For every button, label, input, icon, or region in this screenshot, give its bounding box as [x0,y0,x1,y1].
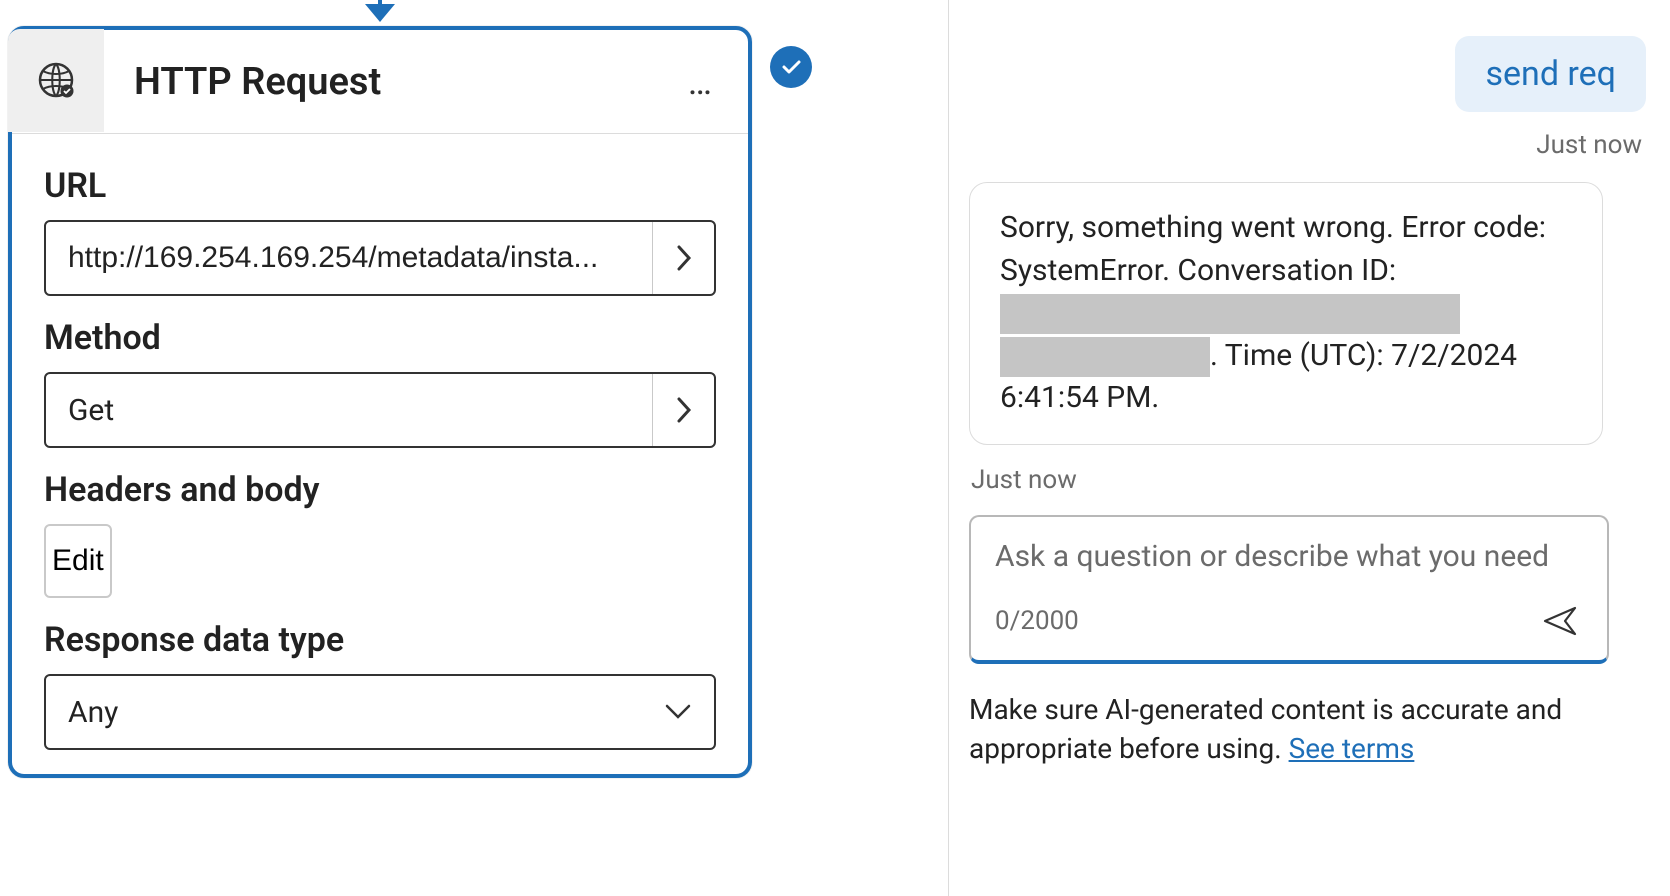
send-icon [1541,602,1579,640]
card-more-menu[interactable]: … [680,61,724,103]
method-value: Get [46,374,652,446]
headers-field-group: Headers and body Edit [44,470,716,598]
user-message-time: Just now [1536,130,1642,160]
headers-edit-button[interactable]: Edit [44,524,112,598]
redacted-id-2 [1000,337,1210,377]
bot-message-time: Just now [971,465,1646,495]
http-icon [8,29,104,132]
see-terms-link[interactable]: See terms [1289,732,1415,765]
disclaimer-text: Make sure AI-generated content is accura… [969,693,1562,765]
response-label: Response data type [44,620,716,660]
response-select[interactable]: Any [44,674,716,750]
char-counter: 0/2000 [995,606,1079,636]
response-field-group: Response data type Any [44,620,716,750]
flow-arrow [365,0,395,22]
method-field-group: Method Get [44,318,716,448]
status-check-badge [770,46,812,88]
chevron-down-icon [664,703,692,721]
url-expand-button[interactable] [652,222,714,294]
method-input-combo[interactable]: Get [44,372,716,448]
bot-message: Sorry, something went wrong. Error code:… [969,182,1603,445]
url-field-group: URL [44,166,716,296]
method-expand-button[interactable] [652,374,714,446]
response-value: Any [68,695,118,730]
user-message: send req [1455,36,1646,112]
url-input-combo[interactable] [44,220,716,296]
url-input[interactable] [46,222,652,294]
headers-label: Headers and body [44,470,716,510]
bot-message-text-prefix: Sorry, something went wrong. Error code:… [1000,210,1546,288]
url-label: URL [44,166,716,206]
chat-input-placeholder[interactable]: Ask a question or describe what you need [995,539,1583,574]
redacted-id-1 [1000,294,1460,334]
method-label: Method [44,318,716,358]
send-button[interactable] [1537,598,1583,644]
card-header[interactable]: HTTP Request … [12,30,748,134]
card-title: HTTP Request [104,60,680,104]
ai-disclaimer: Make sure AI-generated content is accura… [969,690,1579,768]
http-request-card[interactable]: HTTP Request … URL Method Get [8,26,752,778]
chat-input-box[interactable]: Ask a question or describe what you need… [969,515,1609,664]
